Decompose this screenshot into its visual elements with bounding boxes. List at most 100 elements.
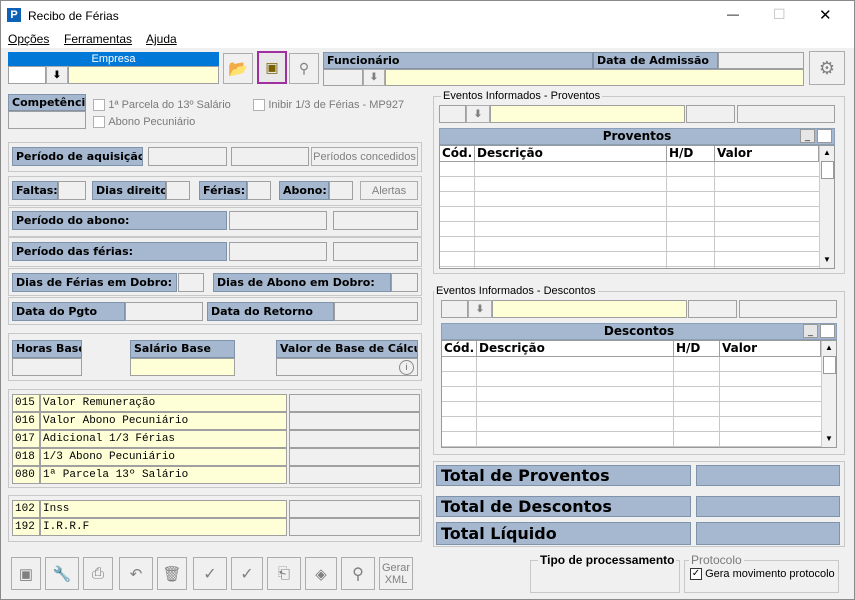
print-icon[interactable]: ⎙ (83, 557, 113, 590)
menu-ajuda[interactable]: Ajuda (146, 32, 177, 46)
col-cod[interactable]: Cód. (442, 341, 477, 357)
menu-ferramentas[interactable]: Ferramentas (64, 32, 132, 46)
gera-movimento-checkbox[interactable]: ✓ Gera movimento protocolo (690, 568, 835, 581)
valor-base-calculo-field[interactable] (276, 358, 418, 376)
save-icon[interactable]: ▣ (11, 557, 41, 590)
col-valor[interactable]: Valor (720, 341, 821, 357)
funcionario-dropdown-icon[interactable]: ⬇ (363, 69, 385, 86)
gerar-xml-button[interactable]: Gerar XML (379, 557, 413, 590)
col-cod[interactable]: Cód. (440, 146, 475, 162)
scroll-up-icon[interactable]: ▲ (823, 148, 831, 157)
periodo-aquisicao-start[interactable] (148, 147, 227, 166)
grid-col-line (714, 162, 715, 268)
col-hd[interactable]: H/D (674, 341, 720, 357)
empresa-dropdown-icon[interactable]: ⬇ (46, 66, 68, 84)
col-hd[interactable]: H/D (667, 146, 715, 162)
ferias-field[interactable] (247, 181, 271, 200)
periodo-abono-start[interactable] (229, 211, 327, 230)
dias-direito-field[interactable] (166, 181, 190, 200)
delete-icon[interactable]: 🗑 (157, 557, 187, 590)
horas-base-field[interactable] (12, 358, 82, 376)
maximize-button[interactable]: ☐ (773, 6, 786, 23)
proventos-grid[interactable]: Cód. Descrição H/D Valor ▲ ▼ (439, 145, 835, 269)
folder-open-icon[interactable]: 📂 (223, 53, 253, 84)
desc-event-valor[interactable] (739, 300, 837, 318)
faltas-field[interactable] (58, 181, 86, 200)
check-icon[interactable]: ✓ (193, 557, 227, 590)
descontos-grid[interactable]: Cód. Descrição H/D Valor ▲ ▼ (441, 340, 837, 448)
search-icon[interactable]: ⚲ (341, 557, 375, 590)
grid-minimize-icon[interactable]: _ (800, 129, 815, 143)
desc-event-desc[interactable] (492, 300, 687, 318)
scroll-thumb[interactable] (821, 161, 834, 179)
prov-event-code[interactable] (439, 105, 466, 123)
gera-movimento-check-icon[interactable]: ✓ (690, 568, 702, 581)
close-button[interactable]: ✕ (819, 6, 832, 24)
empresa-name-field[interactable] (68, 66, 219, 84)
col-descricao[interactable]: Descrição (475, 146, 667, 162)
checkbox-abono-box[interactable] (93, 115, 105, 128)
scrollbar[interactable]: ▲ ▼ (819, 146, 834, 268)
checkbox-13-box[interactable] (93, 98, 105, 111)
prov-event-valor[interactable] (737, 105, 835, 123)
scroll-up-icon[interactable]: ▲ (825, 343, 833, 352)
prov-event-dropdown-icon[interactable]: ⬇ (466, 105, 490, 123)
export-icon[interactable]: ⎗ (267, 557, 301, 590)
list-item[interactable]: 018 1/3 Abono Pecuniário (12, 448, 420, 466)
search-disabled-icon[interactable]: ⚲ (289, 53, 319, 84)
periodos-concedidos-button[interactable]: Períodos concedidos (311, 147, 418, 166)
grid-maximize-icon[interactable] (817, 129, 832, 143)
list-item[interactable]: 080 1ª Parcela 13º Salário (12, 466, 420, 484)
scrollbar[interactable]: ▲ ▼ (821, 341, 836, 447)
scroll-down-icon[interactable]: ▼ (823, 255, 831, 264)
menu-opcoes[interactable]: Opções (8, 32, 49, 46)
competencia-field[interactable] (8, 111, 86, 129)
confirm-icon[interactable]: ✓ (231, 557, 263, 590)
total-liquido-value (696, 522, 840, 545)
calculator-icon[interactable]: ⚙ (809, 51, 845, 85)
checkbox-inibir-box[interactable] (253, 98, 265, 111)
col-descricao[interactable]: Descrição (477, 341, 674, 357)
list-item[interactable]: 015 Valor Remuneração (12, 394, 420, 412)
grid-maximize-icon[interactable] (820, 324, 835, 338)
funcionario-code-field[interactable] (323, 69, 363, 86)
periodo-ferias-end[interactable] (333, 242, 418, 261)
checkbox-abono[interactable]: Abono Pecuniário (93, 114, 195, 128)
grid-minimize-icon[interactable]: _ (803, 324, 818, 338)
funcionario-name-field[interactable] (385, 69, 804, 86)
data-pgto-field[interactable] (125, 302, 203, 321)
periodo-aquisicao-end[interactable] (231, 147, 309, 166)
empresa-code-field[interactable] (8, 66, 46, 84)
abono-field[interactable] (329, 181, 353, 200)
col-valor[interactable]: Valor (715, 146, 819, 162)
salario-base-field[interactable] (130, 358, 235, 376)
scroll-down-icon[interactable]: ▼ (825, 434, 833, 443)
periodo-abono-end[interactable] (333, 211, 418, 230)
alertas-button[interactable]: Alertas (360, 181, 418, 200)
admissao-field[interactable] (718, 52, 804, 69)
prov-event-hd[interactable] (686, 105, 735, 123)
list-item[interactable]: 192 I.R.R.F (12, 518, 420, 536)
select-employee-icon[interactable]: ▣ (257, 51, 287, 84)
list-item[interactable]: 016 Valor Abono Pecuniário (12, 412, 420, 430)
list-item[interactable]: 102 Inss (12, 500, 420, 518)
list-item[interactable]: 017 Adicional 1/3 Férias (12, 430, 420, 448)
total-descontos-label: Total de Descontos (436, 496, 691, 517)
checkbox-inibir[interactable]: Inibir 1/3 de Férias - MP927 (253, 97, 404, 111)
ferias-label: Férias: (199, 181, 247, 200)
info-icon[interactable]: i (399, 360, 414, 375)
data-retorno-field[interactable] (334, 302, 418, 321)
desc-event-code[interactable] (441, 300, 468, 318)
navigate-icon[interactable]: ◈ (305, 557, 337, 590)
undo-icon[interactable]: ↶ (119, 557, 153, 590)
desc-event-hd[interactable] (688, 300, 737, 318)
dias-abono-dobro-field[interactable] (391, 273, 418, 292)
dias-ferias-dobro-field[interactable] (178, 273, 204, 292)
wrench-icon[interactable]: 🔧 (45, 557, 79, 590)
prov-event-desc[interactable] (490, 105, 685, 123)
minimize-button[interactable]: — (727, 7, 739, 21)
desc-event-dropdown-icon[interactable]: ⬇ (468, 300, 492, 318)
checkbox-13-salario[interactable]: 1ª Parcela do 13º Salário (93, 97, 231, 111)
periodo-ferias-start[interactable] (229, 242, 327, 261)
scroll-thumb[interactable] (823, 356, 836, 374)
